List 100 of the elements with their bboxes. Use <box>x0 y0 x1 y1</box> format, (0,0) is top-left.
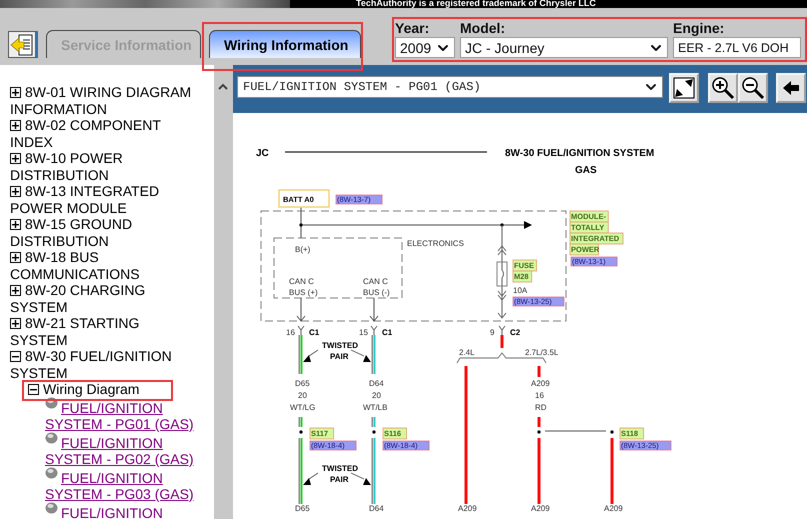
tab[interactable]: Wiring Information <box>209 30 361 58</box>
collapse-icon[interactable] <box>10 351 21 362</box>
splice-dot <box>299 430 303 434</box>
diagram-model-code: JC <box>256 148 269 159</box>
diagram-label: ELECTRONICS <box>407 239 464 248</box>
tree-item[interactable]: 8W-18 BUS COMMUNICATIONS <box>10 249 200 282</box>
page-link[interactable]: FUEL/IGNITION SYSTEM - PG03 (GAS) <box>45 470 200 502</box>
wire <box>372 438 376 504</box>
diagram-label: C2 <box>510 328 520 337</box>
ball-icon <box>45 396 58 408</box>
diagram-label: PAIR <box>330 475 349 484</box>
expand-icon[interactable] <box>10 252 21 263</box>
wire <box>298 417 302 427</box>
diagram-label: 16 <box>286 328 295 337</box>
engine-select[interactable]: EER - 2.7L V6 DOH <box>673 37 801 58</box>
tree-item[interactable]: 8W-02 COMPONENT INDEX <box>10 117 200 150</box>
year-label: Year: <box>395 20 430 36</box>
connector-icon <box>298 326 304 336</box>
diagram-label: TWISTED <box>322 464 358 473</box>
diagram-label: D64 <box>369 379 384 388</box>
zoom-in-button[interactable] <box>708 73 738 103</box>
model-select[interactable]: JC - Journey <box>460 37 668 58</box>
diagram-label: D65 <box>295 504 310 513</box>
splice-dot <box>610 430 614 434</box>
diagram-label: 16 <box>535 391 544 400</box>
page-link[interactable]: FUEL/IGNITION SYSTEM - PG02 (GAS) <box>45 434 200 468</box>
diagram-label: WT/LB <box>363 403 388 412</box>
diagram-label: WT/LG <box>290 403 316 412</box>
tree-item[interactable]: 8W-15 GROUND DISTRIBUTION <box>10 216 200 249</box>
diagram-label: 2.7L/3.5L <box>525 348 558 357</box>
expand-icon[interactable] <box>10 219 21 230</box>
diagram-label: CAN C <box>363 277 388 286</box>
wire <box>298 438 302 504</box>
diagram-title: 8W-30 FUEL/IGNITION SYSTEM <box>505 148 654 159</box>
ball-icon <box>45 502 58 514</box>
splice-dot <box>537 430 541 434</box>
wire <box>545 430 606 432</box>
fit-arrows-icon <box>673 77 695 99</box>
wire <box>500 335 504 348</box>
page-link[interactable]: FUEL/IGNITION SYSTEM - PG01 (GAS) <box>45 400 200 432</box>
diagram-label: 9 <box>490 328 494 337</box>
diagram-label: 20 <box>298 391 307 400</box>
diagram-label: B(+) <box>295 245 310 254</box>
page-select[interactable]: FUEL/IGNITION SYSTEM - PG01 (GAS) <box>237 76 663 98</box>
year-select[interactable]: 2009 <box>395 37 455 58</box>
diagram-label: A209 <box>458 504 477 513</box>
diagram-label: RD <box>535 403 547 412</box>
tree-item[interactable]: 8W-30 FUEL/IGNITION SYSTEM <box>10 348 200 381</box>
zoom-out-button[interactable] <box>738 73 768 103</box>
connector-icon <box>498 326 506 336</box>
expand-icon[interactable] <box>10 186 21 197</box>
ball-icon <box>45 432 58 444</box>
panel-toggle-button[interactable] <box>8 31 38 58</box>
expand-icon[interactable] <box>10 120 21 131</box>
diagram-label: BUS (+) <box>289 288 318 297</box>
tree-item[interactable]: 8W-21 STARTING SYSTEM <box>10 315 200 348</box>
diagram-label: A209 <box>604 504 623 513</box>
model-label: Model: <box>460 20 506 36</box>
tree-item[interactable]: 8W-20 CHARGING SYSTEM <box>10 282 200 315</box>
wire <box>610 438 614 504</box>
expand-icon[interactable] <box>10 87 21 98</box>
splice-dot <box>299 223 303 227</box>
diagram-label: C1 <box>309 328 320 337</box>
diagram-label: A209 <box>531 504 550 513</box>
collapse-icon[interactable] <box>28 384 39 395</box>
diagram-label: A209 <box>531 379 550 388</box>
arrow-left-icon <box>782 80 800 96</box>
tree-item[interactable]: 8W-10 POWER DISTRIBUTION <box>10 150 200 183</box>
tree-item[interactable]: 8W-01 WIRING DIAGRAM INFORMATION <box>10 84 200 117</box>
wire <box>538 366 540 377</box>
expand-icon[interactable] <box>10 285 21 296</box>
zoom-out-icon <box>741 76 765 100</box>
connector-icon <box>370 326 378 336</box>
diagram-label: 2.4L <box>459 348 475 357</box>
page-link[interactable]: FUEL/IGNITION <box>45 504 163 519</box>
tree-item[interactable]: 8W-13 INTEGRATED POWER MODULE <box>10 183 200 216</box>
wire <box>372 417 376 427</box>
tree-item[interactable]: Wiring Diagram <box>28 381 140 398</box>
diagram-subtitle: GAS <box>575 165 597 176</box>
wire <box>538 417 540 427</box>
ball-icon <box>45 466 58 478</box>
wire <box>538 438 540 504</box>
arrow-line <box>350 350 371 362</box>
diagram-label: 10A <box>513 286 528 295</box>
diagram-label: TWISTED <box>322 341 358 350</box>
expand-icon[interactable] <box>10 318 21 329</box>
splice-dot <box>372 430 376 434</box>
arrow-line <box>303 350 318 362</box>
arrow-line <box>370 298 378 322</box>
expand-icon[interactable] <box>10 153 21 164</box>
scroll-up-icon[interactable] <box>218 83 228 90</box>
zoom-in-icon <box>711 76 735 100</box>
arrow-line <box>303 472 318 485</box>
wire <box>298 335 302 374</box>
arrow-line <box>296 298 306 322</box>
wire <box>300 206 302 238</box>
diagram-label: 15 <box>359 328 368 337</box>
back-button[interactable] <box>776 73 806 103</box>
fit-page-button[interactable] <box>669 73 699 103</box>
diagram-label: PAIR <box>330 352 349 361</box>
